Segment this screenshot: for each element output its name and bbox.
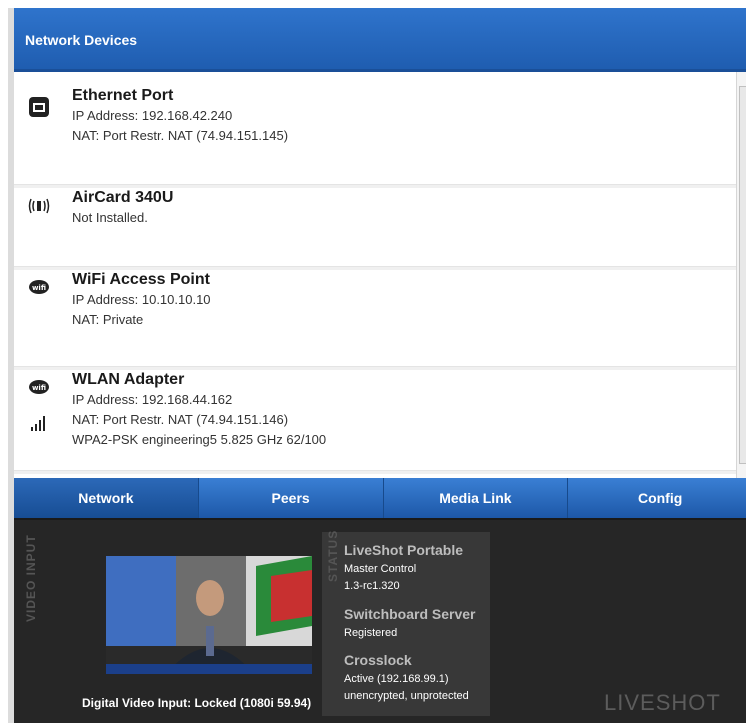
- video-input-label: VIDEO INPUT: [24, 534, 38, 622]
- device-title: Ethernet Port: [72, 87, 174, 104]
- device-wifi-access-point[interactable]: wifi WiFi Access Point IP Address: 10.10…: [14, 270, 736, 370]
- ethernet-icon: [28, 96, 50, 117]
- tab-network[interactable]: Network: [14, 478, 199, 518]
- divider: [14, 470, 736, 474]
- app-window: Network Devices Ethernet Port IP Address…: [8, 8, 746, 723]
- device-wlan-adapter[interactable]: wifi WLAN Adapter IP Address: 192.168.44…: [14, 370, 736, 474]
- device-list: Ethernet Port IP Address: 192.168.42.240…: [14, 72, 739, 480]
- device-title: WLAN Adapter: [72, 371, 185, 388]
- header-bar: Network Devices: [14, 8, 746, 72]
- device-detail: NAT: Private: [72, 312, 144, 327]
- wifi-icon: wifi: [28, 378, 50, 398]
- device-name: LiveShot Portable: [344, 542, 464, 558]
- status-panel: STATUS LiveShot Portable Master Control …: [322, 529, 490, 716]
- crosslock-security: unencrypted, unprotected: [344, 690, 469, 702]
- device-detail: IP Address: 192.168.44.162: [72, 392, 233, 407]
- crosslock-state: Active (192.168.99.1): [344, 673, 449, 685]
- tab-media-link[interactable]: Media Link: [384, 478, 569, 518]
- device-ethernet[interactable]: Ethernet Port IP Address: 192.168.42.240…: [14, 86, 736, 188]
- device-detail: NAT: Port Restr. NAT (74.94.151.145): [72, 128, 289, 143]
- crosslock-label: Crosslock: [344, 652, 412, 668]
- video-preview: [106, 556, 312, 674]
- switchboard-label: Switchboard Server: [344, 606, 476, 622]
- status-area: VIDEO INPUT Digital Video Input: Locked …: [14, 518, 746, 723]
- scroll-thumb[interactable]: [739, 86, 746, 464]
- device-role: Master Control: [344, 563, 417, 575]
- device-detail: Not Installed.: [72, 210, 148, 225]
- tab-bar: Network Peers Media Link Config: [14, 478, 746, 518]
- device-title: WiFi Access Point: [72, 271, 210, 288]
- status-label: STATUS: [326, 529, 340, 582]
- device-aircard[interactable]: AirCard 340U Not Installed.: [14, 188, 736, 270]
- device-version: 1.3-rc1.320: [344, 580, 400, 592]
- signal-strength-icon: [28, 414, 50, 434]
- svg-text:wifi: wifi: [32, 284, 46, 292]
- device-detail: WPA2-PSK engineering5 5.825 GHz 62/100: [72, 432, 327, 447]
- svg-text:wifi: wifi: [32, 384, 46, 392]
- device-detail: IP Address: 10.10.10.10: [72, 292, 211, 307]
- switchboard-state: Registered: [344, 627, 398, 639]
- page-title: Network Devices: [25, 32, 138, 48]
- device-list-scrollbar[interactable]: [736, 72, 746, 478]
- device-title: AirCard 340U: [72, 189, 174, 206]
- aircard-icon: [28, 196, 50, 216]
- device-detail: IP Address: 192.168.42.240: [72, 108, 233, 123]
- tab-config[interactable]: Config: [568, 478, 746, 518]
- liveshot-logo: LIVESHOT: [604, 690, 721, 715]
- tab-peers[interactable]: Peers: [199, 478, 384, 518]
- device-detail: NAT: Port Restr. NAT (74.94.151.146): [72, 412, 289, 427]
- video-input-status: Digital Video Input: Locked (1080i 59.94…: [82, 696, 312, 710]
- wifi-icon: wifi: [28, 278, 50, 298]
